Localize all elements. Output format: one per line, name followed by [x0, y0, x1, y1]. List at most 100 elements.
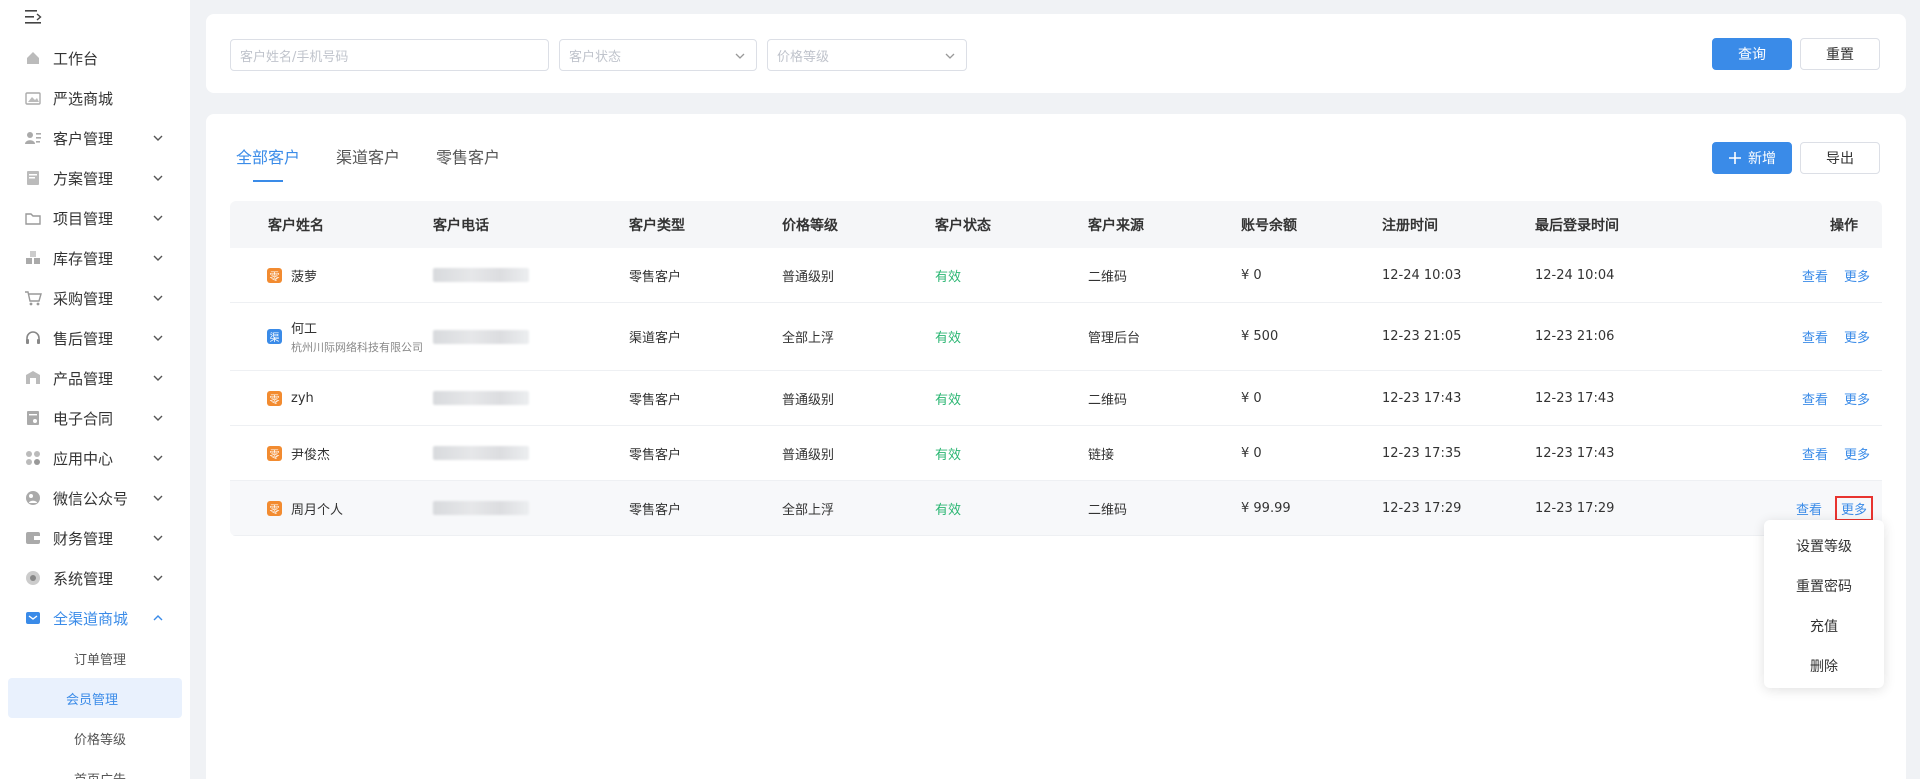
- cell-phone: [433, 391, 629, 405]
- cell-last-login: 12-23 17:29: [1535, 500, 1615, 516]
- more-link[interactable]: 更多: [1844, 266, 1870, 285]
- cell-actions: 查看 更多: [1715, 327, 1882, 346]
- menu-item-delete[interactable]: 删除: [1764, 646, 1884, 686]
- chevron-down-icon: [153, 215, 163, 221]
- finance-icon: [26, 532, 40, 544]
- header-actions: 操作: [1830, 217, 1858, 234]
- cell-status: 有效: [935, 502, 962, 518]
- tab-channel-customers[interactable]: 渠道客户: [336, 144, 400, 182]
- more-link[interactable]: 更多: [1844, 444, 1870, 463]
- tab-all-customers[interactable]: 全部客户: [236, 144, 300, 182]
- sidebar-item-10[interactable]: 应用中心: [0, 438, 190, 478]
- sidebar-item-label: 采购管理: [53, 289, 114, 308]
- chevron-up-icon: [153, 615, 163, 621]
- cart-icon: [25, 291, 42, 306]
- menu-item-recharge[interactable]: 充值: [1764, 606, 1884, 646]
- sidebar-subitem-0[interactable]: 订单管理: [8, 638, 182, 678]
- cell-balance: ¥ 0: [1241, 445, 1262, 461]
- cell-actions: 查看 更多: [1715, 495, 1882, 521]
- customer-list-panel: 全部客户 渠道客户 零售客户 新增 导出 客户姓名 客户电话 客户类型 价格等级…: [206, 114, 1906, 779]
- redacted-phone: [433, 501, 529, 515]
- chevron-down-icon: [153, 135, 163, 141]
- sidebar-item-11[interactable]: 微信公众号: [0, 478, 190, 518]
- sidebar-subitem-2[interactable]: 价格等级: [8, 718, 182, 758]
- inventory-icon: [26, 251, 40, 264]
- sidebar-item-4[interactable]: 项目管理: [0, 198, 190, 238]
- customer-list-icon: [25, 132, 41, 144]
- cell-register-time: 12-23 17:29: [1382, 500, 1462, 516]
- cell-balance: ¥ 99.99: [1241, 500, 1291, 516]
- menu-item-reset-password[interactable]: 重置密码: [1764, 566, 1884, 606]
- customer-name: 菠萝: [291, 269, 318, 285]
- reset-button[interactable]: 重置: [1800, 38, 1880, 70]
- cell-balance: ¥ 500: [1241, 329, 1279, 344]
- sidebar-item-5[interactable]: 库存管理: [0, 238, 190, 278]
- cell-status: 有效: [935, 447, 962, 463]
- customer-name: zyh: [291, 390, 314, 406]
- cell-last-login: 12-24 10:04: [1535, 267, 1615, 283]
- sidebar-item-0[interactable]: 工作台: [0, 38, 190, 78]
- cell-register-time: 12-23 17:43: [1382, 390, 1462, 406]
- more-link[interactable]: 更多: [1844, 327, 1870, 346]
- export-button[interactable]: 导出: [1800, 142, 1880, 174]
- search-input-placeholder: 客户姓名/手机号码: [240, 49, 349, 65]
- header-type: 客户类型: [629, 217, 685, 234]
- settings-icon: [26, 571, 40, 585]
- sidebar-subitem-3[interactable]: 首页广告: [8, 758, 182, 779]
- add-button[interactable]: 新增: [1712, 142, 1792, 174]
- table-row[interactable]: 零 zyh 零售客户 普通级别 有效 二维码 ¥ 0 12-23 17:43 12-23 17:…: [230, 371, 1882, 426]
- sidebar-item-7[interactable]: 售后管理: [0, 318, 190, 358]
- cell-name: 零 zyh: [230, 390, 433, 406]
- table-row[interactable]: 零尹俊杰 零售客户 普通级别 有效 链接 ¥ 0 12-23 17:35 12-23 17:4…: [230, 426, 1882, 481]
- customer-type-badge: 零: [267, 445, 282, 461]
- name-wrap: 何工 杭州川际网络科技有限公司: [291, 318, 423, 355]
- sidebar-item-13[interactable]: 系统管理: [0, 558, 190, 598]
- cell-source: 链接: [1088, 447, 1115, 463]
- more-link[interactable]: 更多: [1844, 389, 1870, 408]
- table-row[interactable]: 零菠萝 零售客户 普通级别 有效 二维码 ¥ 0 12-24 10:03 12-24 10:0…: [230, 248, 1882, 303]
- sidebar-item-6[interactable]: 采购管理: [0, 278, 190, 318]
- contract-icon: [27, 411, 39, 425]
- more-link[interactable]: 更多: [1834, 495, 1874, 521]
- sidebar-subitem-1[interactable]: 会员管理: [8, 678, 182, 718]
- cell-name: 零尹俊杰: [230, 444, 433, 463]
- view-link[interactable]: 查看: [1802, 327, 1828, 346]
- cell-actions: 查看 更多: [1715, 389, 1882, 408]
- sidebar-item-label: 应用中心: [53, 449, 114, 468]
- status-select[interactable]: 客户状态: [559, 39, 757, 71]
- menu-item-set-level[interactable]: 设置等级: [1764, 526, 1884, 566]
- sidebar-item-label: 库存管理: [53, 249, 114, 268]
- cell-name: 零周月个人: [230, 499, 433, 518]
- table-row[interactable]: 零周月个人 零售客户 全部上浮 有效 二维码 ¥ 99.99 12-23 17:29 12-2…: [230, 481, 1882, 536]
- sidebar-item-2[interactable]: 客户管理: [0, 118, 190, 158]
- customer-tabs: 全部客户 渠道客户 零售客户: [236, 144, 536, 182]
- view-link[interactable]: 查看: [1802, 266, 1828, 285]
- redacted-phone: [433, 268, 529, 282]
- view-link[interactable]: 查看: [1802, 389, 1828, 408]
- customer-name: 尹俊杰: [291, 447, 331, 463]
- query-button[interactable]: 查询: [1712, 38, 1792, 70]
- sidebar-item-14[interactable]: 全渠道商城: [0, 598, 190, 638]
- view-link[interactable]: 查看: [1796, 499, 1822, 518]
- customer-type-badge: 零: [267, 390, 282, 406]
- sidebar-item-8[interactable]: 产品管理: [0, 358, 190, 398]
- tab-retail-customers[interactable]: 零售客户: [436, 144, 500, 182]
- sidebar-item-9[interactable]: 电子合同: [0, 398, 190, 438]
- sidebar-item-3[interactable]: 方案管理: [0, 158, 190, 198]
- view-link[interactable]: 查看: [1802, 444, 1828, 463]
- level-select[interactable]: 价格等级: [767, 39, 967, 71]
- header-balance: 账号余额: [1241, 217, 1297, 234]
- chevron-down-icon: [153, 295, 163, 301]
- sidebar-item-1[interactable]: 严选商城: [0, 78, 190, 118]
- customer-table: 客户姓名 客户电话 客户类型 价格等级 客户状态 客户来源 账号余额 注册时间 …: [230, 201, 1882, 536]
- customer-type-badge: 渠: [267, 329, 282, 344]
- sidebar-item-12[interactable]: 财务管理: [0, 518, 190, 558]
- redacted-phone: [433, 446, 529, 460]
- menu-toggle-icon[interactable]: [24, 8, 44, 26]
- customer-type-badge: 零: [267, 267, 282, 283]
- header-name: 客户姓名: [268, 217, 324, 234]
- customer-name: 何工: [291, 322, 318, 337]
- chevron-down-icon: [153, 375, 163, 381]
- search-input[interactable]: 客户姓名/手机号码: [230, 39, 549, 71]
- table-row[interactable]: 渠何工 杭州川际网络科技有限公司 渠道客户 全部上浮 有效 管理后台 ¥ 500 12-23 …: [230, 303, 1882, 371]
